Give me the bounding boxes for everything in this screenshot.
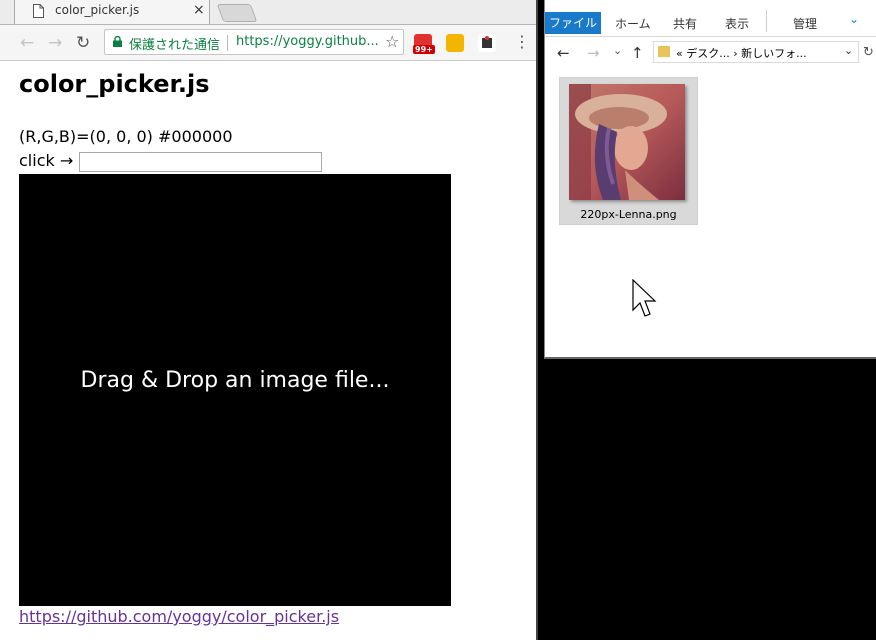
- browser-menu-icon[interactable]: ⋮: [514, 32, 530, 51]
- extension-puzzle-icon[interactable]: [478, 34, 496, 52]
- image-drop-canvas[interactable]: Drag & Drop an image file...: [19, 174, 451, 606]
- lenna-thumbnail-image: [569, 84, 685, 200]
- mouse-cursor-icon: [632, 279, 657, 317]
- close-tab-icon[interactable]: ×: [193, 2, 205, 18]
- address-bar[interactable]: 保護された通信 https://yoggy.github... ☆: [104, 29, 404, 55]
- tab-strip: color_picker.js ×: [0, 0, 536, 25]
- ribbon-tab-file[interactable]: ファイル: [545, 12, 601, 34]
- lock-icon: [113, 36, 122, 47]
- explorer-address-bar[interactable]: « デスク... › 新しいフォ... ⌄: [653, 41, 859, 63]
- folder-icon: [658, 46, 670, 57]
- back-button[interactable]: ←: [20, 33, 34, 53]
- color-value-input[interactable]: [79, 152, 322, 172]
- extension-badge: 99+: [413, 45, 435, 54]
- folder-path[interactable]: « デスク... › 新しいフォ...: [676, 45, 807, 61]
- bookmark-star-icon[interactable]: ☆: [385, 32, 399, 51]
- tab-title: color_picker.js: [55, 3, 140, 17]
- security-label: 保護された通信: [129, 38, 221, 53]
- drop-instructions: Drag & Drop an image file...: [80, 368, 390, 393]
- click-label: click →: [19, 151, 74, 170]
- file-item[interactable]: 220px-Lenna.png: [559, 77, 698, 225]
- browser-tab[interactable]: color_picker.js ×: [14, 0, 210, 24]
- ribbon-expand-icon[interactable]: ⌄: [849, 12, 859, 26]
- explorer-back-button[interactable]: ←: [557, 44, 570, 62]
- file-name-label: 220px-Lenna.png: [580, 208, 677, 221]
- up-folder-button[interactable]: ↑: [631, 44, 644, 62]
- address-dropdown-icon[interactable]: ⌄: [844, 44, 853, 57]
- recent-locations-icon[interactable]: ⌄: [613, 44, 622, 57]
- ribbon-tab-home[interactable]: ホーム: [615, 15, 651, 32]
- forward-button[interactable]: →: [48, 33, 62, 53]
- ribbon: ファイル ホーム 共有 表示 管理 ⌄: [545, 0, 876, 37]
- repository-link[interactable]: https://github.com/yoggy/color_picker.js: [19, 607, 339, 626]
- explorer-window: ファイル ホーム 共有 表示 管理 ⌄ ← → ⌄ ↑ « デスク... › 新…: [544, 0, 876, 359]
- browser-window: color_picker.js × ← → ↻ 保護された通信 https://…: [0, 0, 538, 640]
- explorer-forward-button[interactable]: →: [587, 44, 600, 62]
- extension-yellow-icon[interactable]: [446, 34, 464, 52]
- refresh-icon[interactable]: ↻: [863, 45, 874, 60]
- ribbon-separator: [766, 10, 767, 32]
- page-title: color_picker.js: [19, 70, 210, 98]
- reload-button[interactable]: ↻: [76, 33, 90, 53]
- explorer-address-row: ← → ⌄ ↑ « デスク... › 新しいフォ... ⌄ ↻: [545, 37, 876, 69]
- browser-toolbar: ← → ↻ 保護された通信 https://yoggy.github... ☆ …: [0, 25, 536, 61]
- url-text[interactable]: https://yoggy.github...: [236, 34, 379, 49]
- web-page: color_picker.js (R,G,B)=(0, 0, 0) #00000…: [0, 61, 536, 640]
- new-tab-button[interactable]: [216, 4, 258, 22]
- rgb-readout: (R,G,B)=(0, 0, 0) #000000: [19, 127, 233, 146]
- ribbon-tab-view[interactable]: 表示: [725, 15, 749, 32]
- ribbon-tab-manage[interactable]: 管理: [793, 15, 817, 32]
- omnibox-separator: [227, 35, 228, 51]
- ribbon-tab-share[interactable]: 共有: [673, 15, 697, 32]
- document-icon: [33, 4, 44, 18]
